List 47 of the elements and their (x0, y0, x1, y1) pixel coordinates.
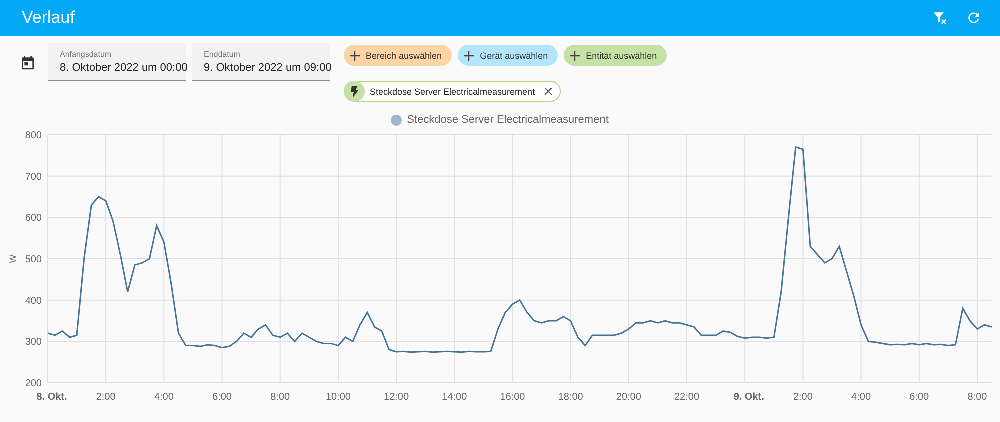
axis-label: 800 (25, 130, 42, 142)
axis-label: 18:00 (558, 392, 584, 403)
filter-icon (932, 10, 948, 26)
axis-label: 4:00 (852, 392, 872, 403)
field-value: 8. Oktober 2022 um 00:00 (60, 62, 186, 74)
field-label: Enddatum (204, 50, 242, 59)
plus-icon (464, 50, 474, 60)
axis-label: 4:00 (154, 392, 174, 403)
date-field[interactable]: Anfangsdatum 8. Oktober 2022 um 00:00 (48, 43, 186, 81)
axis-label: 6:00 (910, 392, 930, 403)
plus-icon (570, 50, 580, 60)
axis-label: 8:00 (968, 392, 988, 403)
field-label: Anfangsdatum (60, 50, 113, 59)
lightning-icon (344, 81, 365, 102)
axis-label: 8. Okt. (36, 392, 68, 403)
axis-label: 6:00 (212, 392, 232, 403)
page-title: Verlauf (22, 8, 76, 28)
refresh-icon (966, 10, 982, 26)
plus-icon (350, 50, 360, 60)
entity-chip[interactable]: Steckdose Server Electricalmeasurement (344, 81, 562, 102)
close-button[interactable] (543, 86, 554, 98)
axis-label: 8:00 (270, 392, 290, 403)
legend-label[interactable]: Steckdose Server Electricalmeasurement (407, 114, 609, 126)
axis-label: 10:00 (326, 392, 351, 403)
field-value: 9. Oktober 2022 um 09:00 (204, 62, 330, 74)
axis-label: 400 (25, 296, 42, 307)
axis-label: 200 (25, 378, 42, 390)
calendar-icon (20, 55, 36, 71)
axis-label: 300 (25, 337, 42, 348)
axis-label: 700 (25, 172, 42, 183)
axis-label: 16:00 (500, 392, 526, 403)
axis-title: W (8, 254, 18, 264)
entity-label: Steckdose Server Electricalmeasurement (370, 86, 536, 96)
legend-swatch (391, 114, 402, 126)
axis-label: 14:00 (442, 392, 468, 403)
add-target-chip[interactable]: Gerät auswählen (458, 45, 558, 66)
axis-label: 9. Okt. (734, 392, 764, 403)
axis-label: 22:00 (674, 392, 700, 403)
axis-label: 2:00 (793, 392, 813, 403)
axis-label: 2:00 (96, 392, 116, 403)
axis-label: 600 (25, 213, 42, 224)
axis-label: 20:00 (616, 392, 642, 403)
add-target-chip[interactable]: Entität auswählen (564, 45, 668, 66)
add-target-chip[interactable]: Bereich auswählen (344, 45, 452, 66)
date-field[interactable]: Enddatum 9. Oktober 2022 um 09:00 (192, 43, 330, 81)
axis-label: 12:00 (384, 392, 410, 403)
axis-label: 500 (25, 254, 42, 266)
